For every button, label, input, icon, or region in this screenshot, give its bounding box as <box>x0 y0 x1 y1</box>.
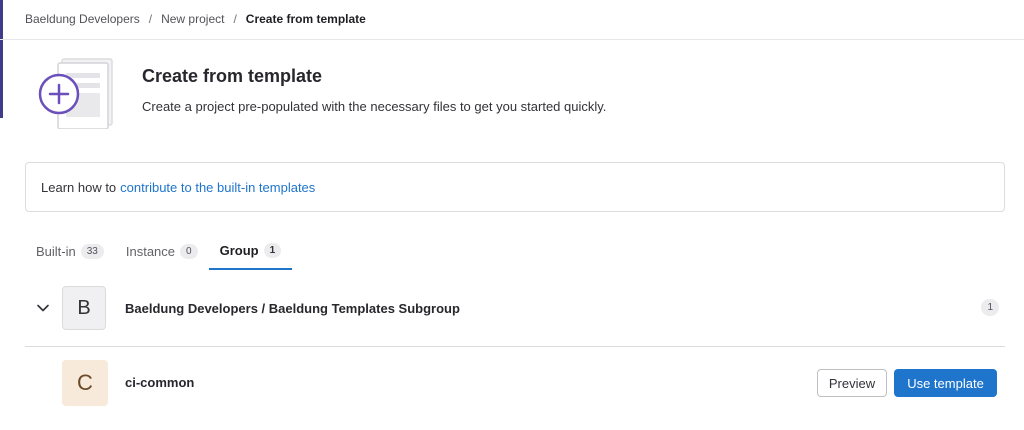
group-count-badge: 1 <box>981 299 999 316</box>
tab-count-badge: 0 <box>180 243 198 259</box>
breadcrumb-divider <box>0 39 1024 40</box>
tab-count-badge: 1 <box>263 242 282 258</box>
breadcrumb-separator: / <box>148 12 153 26</box>
page-subtitle: Create a project pre-populated with the … <box>142 99 607 114</box>
project-name: ci-common <box>125 375 195 390</box>
chevron-down-icon[interactable] <box>36 301 50 315</box>
tab-label: Group <box>219 242 259 258</box>
group-avatar: B <box>62 286 106 330</box>
page-title: Create from template <box>142 66 323 86</box>
breadcrumb-item-new-project[interactable]: New project <box>161 12 224 26</box>
project-avatar: C <box>62 360 108 406</box>
group-row[interactable]: B Baeldung Developers / Baeldung Templat… <box>25 286 1005 331</box>
breadcrumb-current: Create from template <box>245 12 366 26</box>
row-divider <box>25 346 1005 347</box>
template-tabs: Built-in 33 Instance 0 Group 1 <box>25 232 293 272</box>
group-name: Baeldung Developers / Baeldung Templates… <box>125 301 460 316</box>
use-template-button[interactable]: Use template <box>894 369 997 397</box>
breadcrumb: Baeldung Developers / New project / Crea… <box>25 11 366 27</box>
preview-button[interactable]: Preview <box>817 369 887 397</box>
contribute-templates-link[interactable]: contribute to the built-in templates <box>120 180 315 195</box>
template-plus-icon <box>38 58 113 129</box>
info-text: Learn how to <box>41 179 117 195</box>
info-box: Learn how to contribute to the built-in … <box>25 162 1005 212</box>
tab-label: Instance <box>125 243 176 259</box>
sidebar-edge <box>0 0 3 118</box>
tab-instance[interactable]: Instance 0 <box>115 232 209 270</box>
breadcrumb-separator: / <box>233 12 237 26</box>
tab-group[interactable]: Group 1 <box>208 232 293 270</box>
breadcrumb-item-group[interactable]: Baeldung Developers <box>25 12 140 26</box>
template-project-row: C ci-common Preview Use template <box>25 360 1005 406</box>
tab-count-badge: 33 <box>80 243 104 259</box>
tab-built-in[interactable]: Built-in 33 <box>25 232 115 270</box>
tab-label: Built-in <box>36 243 76 259</box>
